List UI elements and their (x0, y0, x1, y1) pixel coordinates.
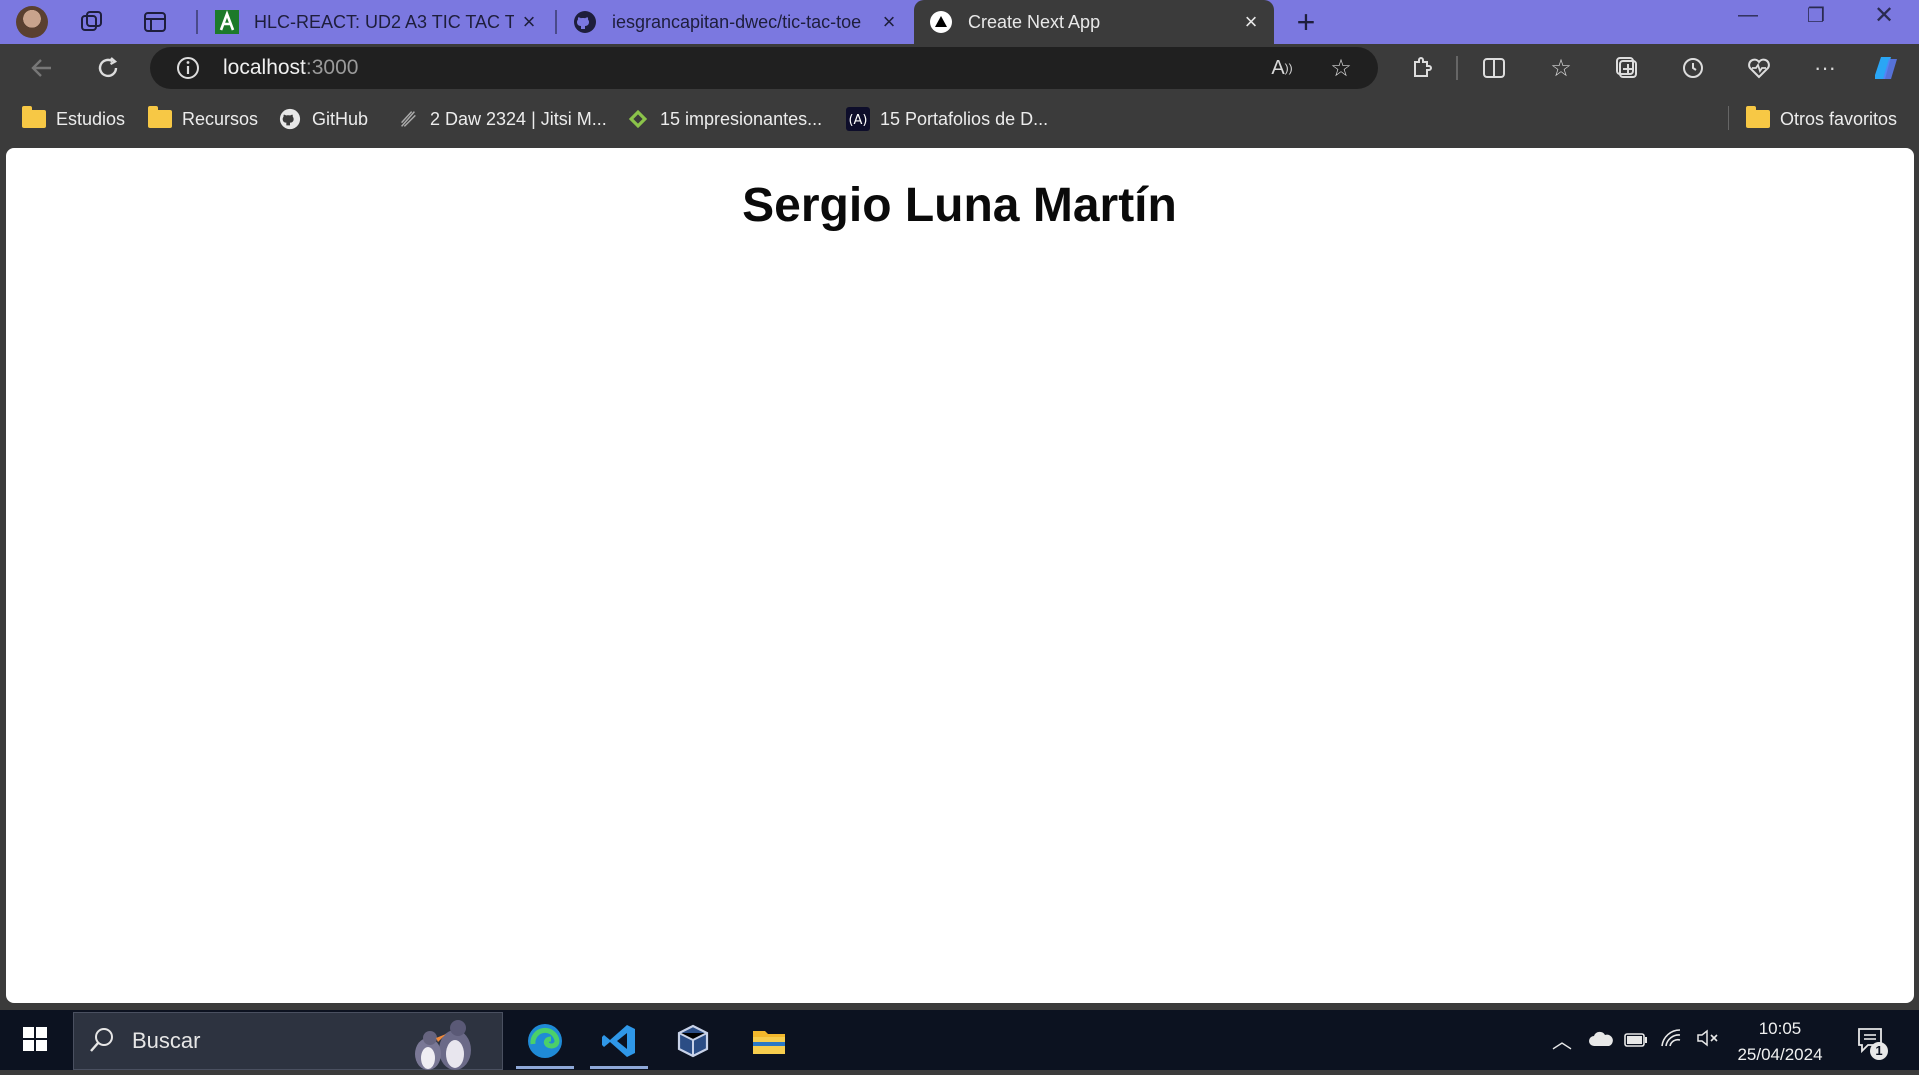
bookmark-recursos[interactable]: Recursos (148, 104, 258, 134)
read-aloud-icon[interactable]: A)) (1262, 48, 1302, 88)
astro-icon: (A) (846, 107, 870, 131)
search-placeholder: Buscar (132, 1028, 201, 1053)
history-icon[interactable] (1673, 48, 1713, 88)
reload-icon[interactable] (88, 48, 128, 88)
close-tab-icon[interactable]: × (874, 9, 904, 35)
windows-start-icon[interactable] (6, 1012, 64, 1066)
battery-icon[interactable] (1624, 1030, 1648, 1053)
vertical-tabs-icon[interactable] (135, 2, 175, 42)
bookmark-github[interactable]: GitHub (278, 104, 368, 134)
jitsi-icon (396, 107, 420, 131)
onedrive-icon[interactable] (1588, 1030, 1614, 1053)
page-viewport (6, 148, 1914, 1003)
tab-hlc-react[interactable]: HLC-REACT: UD2 A3 TIC TAC TOE × (200, 0, 552, 44)
tab-create-next-app[interactable]: Create Next App × (914, 0, 1274, 44)
bookmark-label: Recursos (182, 108, 259, 129)
new-tab-icon[interactable]: + (1286, 2, 1326, 42)
back-icon[interactable] (22, 48, 62, 88)
svg-text:(A): (A) (848, 113, 867, 128)
bookmark-label: GitHub (312, 108, 369, 129)
workspaces-icon[interactable] (72, 2, 112, 42)
notification-badge: 1 (1870, 1042, 1888, 1060)
tab-title: Create Next App (968, 11, 1101, 32)
wifi-icon[interactable] (1660, 1028, 1682, 1054)
volume-muted-icon[interactable] (1696, 1028, 1720, 1054)
bookmark-label: Otros favoritos (1780, 108, 1898, 129)
page-heading: Sergio Luna Martín (742, 179, 1177, 232)
url-port: :3000 (305, 56, 359, 79)
bookmark-label: Estudios (56, 108, 126, 129)
copilot-icon[interactable] (1866, 48, 1906, 88)
collections-icon[interactable] (1607, 48, 1647, 88)
search-icon (88, 1026, 116, 1059)
url-text[interactable]: localhost:3000 (223, 53, 358, 83)
folder-icon (148, 106, 172, 128)
bookmark-impresionantes[interactable]: 15 impresionantes... (626, 104, 822, 134)
minimize-icon[interactable]: — (1720, 0, 1776, 30)
close-tab-icon[interactable]: × (1236, 9, 1266, 35)
tray-overflow-icon[interactable]: ︿ (1552, 1025, 1572, 1054)
taskbar-clock[interactable]: 10:05 25/04/2024 (1735, 1016, 1825, 1068)
bookmark-jitsi[interactable]: 2 Daw 2324 | Jitsi M... (396, 104, 607, 134)
browser-essentials-icon[interactable] (1739, 48, 1779, 88)
favorites-icon[interactable]: ☆ (1541, 48, 1581, 88)
extensions-icon[interactable] (1401, 48, 1441, 88)
edge-taskbar-icon[interactable] (516, 1014, 574, 1068)
folder-icon (1746, 106, 1770, 128)
site-info-icon[interactable] (168, 48, 208, 88)
toolbar-divider (1456, 56, 1458, 80)
restore-icon[interactable]: ❐ (1788, 0, 1844, 30)
github-icon (572, 9, 598, 35)
close-tab-icon[interactable]: × (514, 9, 544, 35)
clock-date: 25/04/2024 (1737, 1045, 1823, 1064)
tab-title: iesgrancapitan-dwec/tic-tac-toe (612, 11, 862, 32)
url-host: localhost (223, 56, 306, 79)
bookmark-portafolios[interactable]: (A) 15 Portafolios de D... (846, 104, 1048, 134)
bookmark-estudios[interactable]: Estudios (22, 104, 125, 134)
tab-separator (196, 10, 198, 34)
split-screen-icon[interactable] (1474, 48, 1514, 88)
vscode-taskbar-icon[interactable] (590, 1014, 648, 1068)
virtualbox-taskbar-icon[interactable] (664, 1014, 722, 1068)
tab-github[interactable]: iesgrancapitan-dwec/tic-tac-toe × (558, 0, 912, 44)
app-running-indicator (516, 1066, 574, 1069)
clock-time: 10:05 (1758, 1019, 1802, 1038)
tab-title: HLC-REACT: UD2 A3 TIC TAC TOE (254, 11, 514, 32)
diamond-icon (626, 107, 650, 131)
close-window-icon[interactable]: ✕ (1856, 0, 1912, 30)
bookmarks-divider (1728, 106, 1729, 130)
bookmark-otros-favoritos[interactable]: Otros favoritos (1746, 104, 1897, 134)
search-highlight-illustration (400, 1014, 500, 1075)
github-icon (278, 107, 302, 131)
nextjs-icon (928, 9, 954, 35)
favorite-star-icon[interactable]: ☆ (1321, 48, 1361, 88)
more-menu-icon[interactable]: ··· (1805, 48, 1845, 88)
avatar-image (16, 6, 48, 38)
bookmark-label: 15 impresionantes... (660, 108, 823, 129)
bookmark-label: 2 Daw 2324 | Jitsi M... (430, 108, 607, 129)
folder-icon (22, 106, 46, 128)
tab-separator (555, 10, 557, 34)
profile-avatar[interactable] (12, 2, 52, 42)
app-running-indicator (590, 1066, 648, 1069)
file-explorer-taskbar-icon[interactable] (740, 1014, 798, 1068)
brand-a-icon (214, 9, 240, 35)
bookmark-label: 15 Portafolios de D... (880, 108, 1049, 129)
